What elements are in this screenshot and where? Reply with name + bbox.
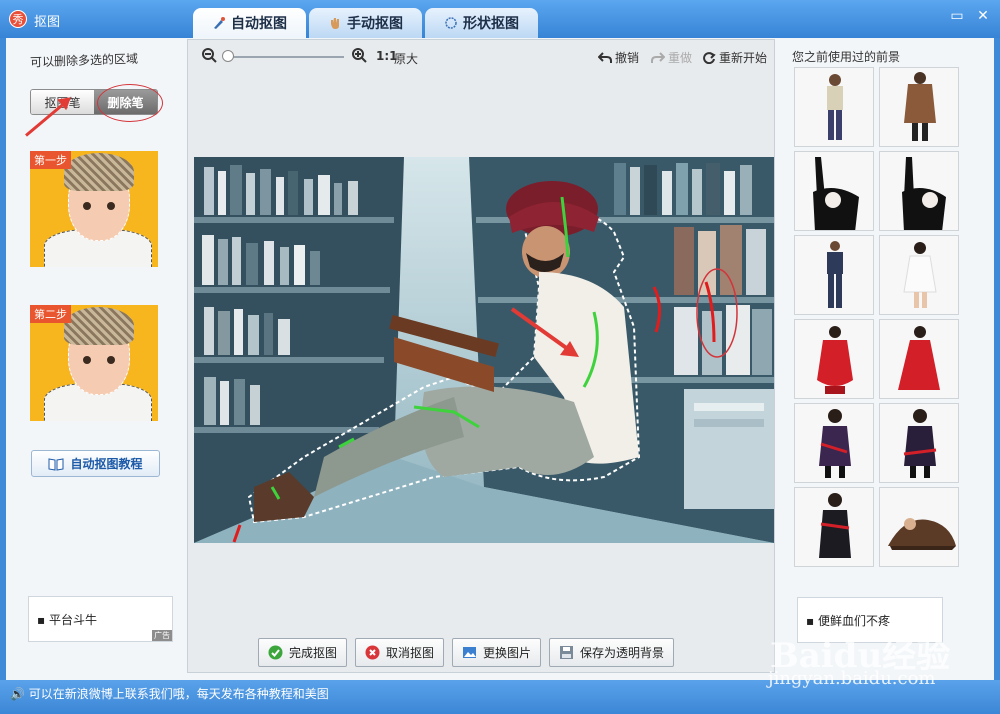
library-photo [194,157,774,543]
restore-icon[interactable]: ▭ [948,8,966,24]
cancel-cutout-button[interactable]: 取消抠图 [355,638,445,667]
tutorial-label: 自动抠图教程 [70,457,143,471]
foreground-thumbnail[interactable] [879,487,959,567]
annotation-circle [97,84,163,122]
right-panel: 您之前使用过的前景 ▪ 便鲜血们不疼 [780,38,994,680]
tab-manual-cutout[interactable]: 手动抠图 [309,8,422,38]
zoom-out-icon[interactable] [202,48,218,64]
change-image-button[interactable]: 更换图片 [452,638,542,667]
recent-foregrounds-label: 您之前使用过的前景 [792,50,901,64]
tab-auto-cutout[interactable]: 自动抠图 [193,8,306,38]
restart-button[interactable]: 重新开始 [702,49,767,66]
tab-label: 形状抠图 [463,16,519,32]
zoom-toolbar: 1:1 原大 撤销 重做 重新开始 [188,40,774,72]
redo-icon [651,51,665,63]
tab-shape-cutout[interactable]: 形状抠图 [425,8,538,38]
ad-banner-left[interactable]: ▪ 平台斗牛 广告 [28,596,173,642]
title-bar: 秀 抠图 自动抠图 手动抠图 形状抠图 ▭ ✕ [0,0,1000,38]
watermark-url: jingyan.baidu.com [768,668,936,689]
save-transparent-button[interactable]: 保存为透明背景 [549,638,675,667]
bottom-actions: 完成抠图 取消抠图 更换图片 保存为透明背景 [258,638,675,667]
foreground-thumbnail[interactable] [794,67,874,147]
hand-icon [331,18,339,29]
foreground-thumbnail[interactable] [794,487,874,567]
handwritten-hint: 可以删除多选的区域 [29,51,139,70]
step1-label: 第一步 [30,151,71,169]
baby-hat [64,153,134,191]
book-icon [48,457,64,471]
baby-hat [64,307,134,345]
foreground-thumbnail[interactable] [794,319,874,399]
close-icon[interactable]: ✕ [974,8,992,24]
tab-label: 自动抠图 [231,16,287,32]
zoom-slider-knob[interactable] [222,50,234,62]
redo-button[interactable]: 重做 [651,49,692,66]
original-size-button[interactable]: 原大 [394,50,418,67]
step2-example: 第二步 [30,305,158,421]
foreground-thumbnail[interactable] [794,151,874,231]
ad-tag: 广告 [152,630,172,641]
auto-cutout-tutorial-button[interactable]: 自动抠图教程 [31,450,160,477]
brush-icon [214,17,225,29]
foreground-thumbnail[interactable] [879,403,959,483]
window-controls: ▭ ✕ [948,8,992,24]
foreground-thumbnail[interactable] [794,235,874,315]
foreground-thumbnail[interactable] [879,319,959,399]
tab-label: 手动抠图 [347,16,403,32]
check-icon [268,645,283,660]
zoom-in-icon[interactable] [352,48,368,64]
left-panel: 可以删除多选的区域 抠图笔 删除笔 第一步 第二步 [6,38,182,680]
foreground-thumbnail[interactable] [879,151,959,231]
status-message: 🔊 可以在新浪微博上联系我们哦，每天发布各种教程和美图 [10,687,329,701]
save-icon [560,646,574,659]
step2-label: 第二步 [30,305,71,323]
restart-icon [703,51,716,64]
mode-tabs: 自动抠图 手动抠图 形状抠图 [193,8,538,38]
step1-example: 第一步 [30,151,158,267]
undo-button[interactable]: 撤销 [598,49,639,66]
finish-cutout-button[interactable]: 完成抠图 [258,638,348,667]
zoom-slider[interactable] [222,50,344,62]
undo-icon [598,51,612,63]
editor-area: 1:1 原大 撤销 重做 重新开始 完成抠图 取消抠图 更换图片 保存为透明背景 [187,39,775,673]
foreground-thumbnail[interactable] [879,235,959,315]
photo-canvas[interactable] [194,157,774,543]
ad-text: ▪ 便鲜血们不疼 [806,614,890,628]
ad-text: ▪ 平台斗牛 [37,613,97,627]
foreground-thumbnail[interactable] [879,67,959,147]
image-icon [463,647,477,658]
app-window: 秀 抠图 自动抠图 手动抠图 形状抠图 ▭ ✕ 可以删除多选的区域 抠图笔 [0,0,1000,714]
recent-foregrounds-grid [794,67,959,567]
cancel-icon [365,645,380,660]
app-logo-icon: 秀 [9,10,27,28]
foreground-thumbnail[interactable] [794,403,874,483]
shape-icon [445,17,457,29]
window-title: 抠图 [34,15,61,30]
